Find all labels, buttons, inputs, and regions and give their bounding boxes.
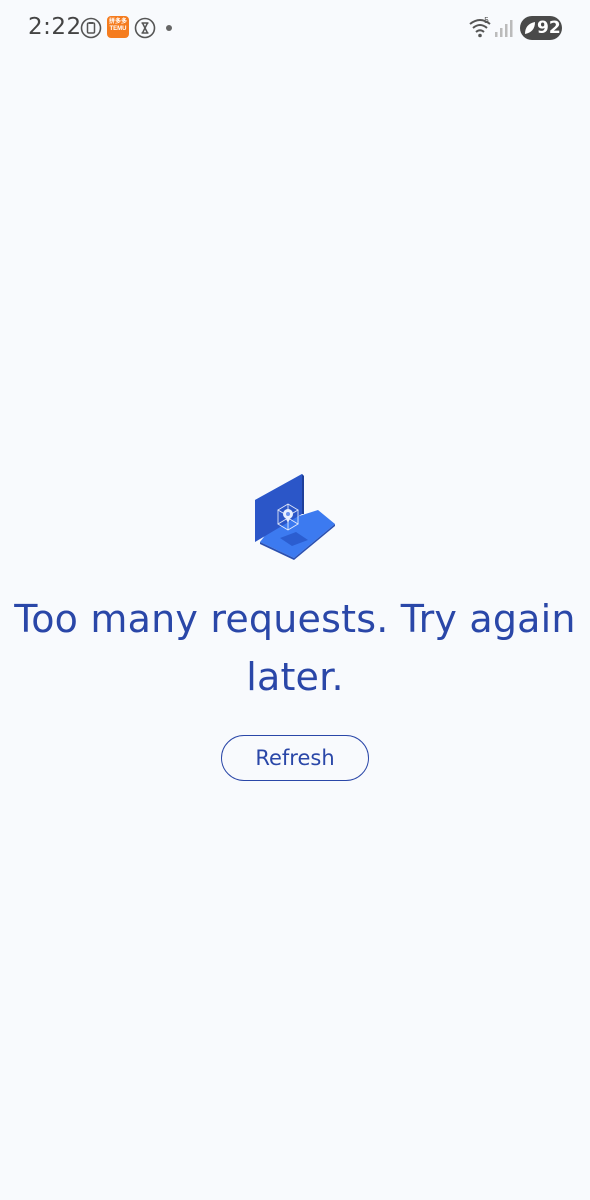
battery-icon: 92	[520, 16, 562, 40]
hourglass-notification-icon	[134, 17, 156, 44]
error-message: Too many requests. Try again later.	[14, 597, 576, 699]
screen: 2:22 拼多多 TEMU 5 92 Too many requests. Tr…	[0, 0, 590, 1200]
wifi-icon: 5	[468, 16, 492, 43]
clipboard-notification-icon	[80, 17, 102, 44]
refresh-button[interactable]: Refresh	[221, 735, 369, 781]
error-illustration	[252, 470, 338, 562]
temu-notification-icon: 拼多多 TEMU	[107, 16, 129, 38]
temu-icon-line1: 拼多多	[108, 19, 127, 25]
battery-level: 92	[537, 18, 561, 38]
wifi-badge: 5	[484, 16, 489, 25]
temu-icon-line2: TEMU	[109, 26, 127, 32]
more-notifications-dot-icon	[166, 25, 172, 31]
status-time: 2:22	[28, 14, 82, 40]
battery-saver-leaf-icon	[524, 21, 536, 40]
cell-signal-icon	[494, 18, 514, 43]
status-bar: 2:22 拼多多 TEMU 5 92	[0, 0, 590, 56]
